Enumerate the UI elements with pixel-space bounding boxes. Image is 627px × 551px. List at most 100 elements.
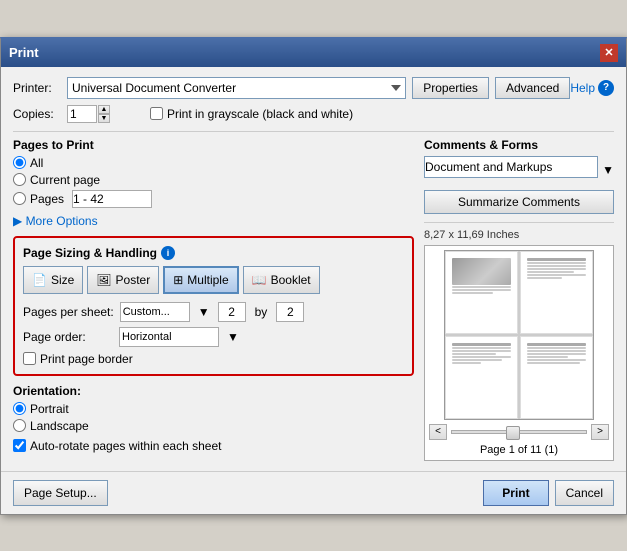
mini-line xyxy=(452,343,512,346)
auto-rotate-checkbox[interactable] xyxy=(13,439,26,452)
pages-per-sheet-select[interactable]: Custom... 2 4 6 9 16 xyxy=(120,302,190,322)
more-options-label: ▶ More Options xyxy=(13,214,98,228)
close-button[interactable]: ✕ xyxy=(600,44,618,62)
dropdown-icon: ▼ xyxy=(198,305,210,319)
cols-input[interactable] xyxy=(218,302,246,322)
preview-grid xyxy=(444,250,594,420)
mini-line xyxy=(452,292,494,294)
booklet-icon: 📖 xyxy=(252,273,267,287)
size-button[interactable]: 📄 Size xyxy=(23,266,83,294)
print-page-border-label: Print page border xyxy=(40,352,133,366)
page-setup-button[interactable]: Page Setup... xyxy=(13,480,108,506)
comments-dropdown-icon: ▼ xyxy=(602,163,614,177)
rows-input[interactable] xyxy=(276,302,304,322)
pages-to-print-title: Pages to Print xyxy=(13,138,414,152)
comments-forms-title: Comments & Forms xyxy=(424,138,614,152)
copies-spinner: ▲ ▼ xyxy=(98,105,110,123)
titlebar: Print ✕ xyxy=(1,39,626,67)
help-icon: ? xyxy=(598,80,614,96)
mini-line xyxy=(527,362,581,364)
prev-page-button[interactable]: < xyxy=(429,424,447,440)
mini-line xyxy=(452,359,503,361)
booklet-button[interactable]: 📖 Booklet xyxy=(243,266,320,294)
advanced-button[interactable]: Advanced xyxy=(495,77,570,99)
preview-size-label: 8,27 x 11,69 Inches xyxy=(424,229,614,241)
mini-line xyxy=(527,356,569,358)
preview-section: 8,27 x 11,69 Inches xyxy=(424,229,614,461)
right-divider xyxy=(424,222,614,223)
mini-line xyxy=(527,274,587,276)
pages-per-sheet-row: Pages per sheet: Custom... 2 4 6 9 16 ▼ … xyxy=(23,302,404,322)
mini-line xyxy=(527,347,587,349)
copies-input[interactable] xyxy=(67,105,97,123)
summarize-button[interactable]: Summarize Comments xyxy=(424,190,614,214)
pages-range-item: Pages xyxy=(13,190,414,208)
current-page-radio[interactable] xyxy=(13,173,26,186)
poster-button[interactable]: 🖼 Poster xyxy=(87,266,159,294)
current-page-label: Current page xyxy=(30,173,100,187)
mini-line xyxy=(527,343,587,346)
printer-select[interactable]: Universal Document Converter xyxy=(67,77,406,99)
mini-line xyxy=(452,350,512,352)
copies-up-button[interactable]: ▲ xyxy=(98,105,110,114)
all-pages-item: All xyxy=(13,156,414,170)
right-panel: Comments & Forms Document and Markups Do… xyxy=(424,138,614,461)
more-options-link[interactable]: ▶ More Options xyxy=(13,214,414,228)
print-dialog: Print ✕ Printer: Universal Document Conv… xyxy=(0,37,627,515)
portrait-item: Portrait xyxy=(13,402,414,416)
mini-doc-img-1 xyxy=(452,258,512,286)
grayscale-checkbox[interactable] xyxy=(150,107,163,120)
page-order-row: Page order: Horizontal Horizontal Revers… xyxy=(23,327,404,347)
portrait-label: Portrait xyxy=(30,402,69,416)
preview-cell-1 xyxy=(445,251,518,334)
pages-radio-group: All Current page Pages xyxy=(13,156,414,208)
properties-button[interactable]: Properties xyxy=(412,77,489,99)
copies-label: Copies: xyxy=(13,107,61,121)
page-slider[interactable] xyxy=(451,430,587,434)
orientation-section: Orientation: Portrait Landscape xyxy=(13,384,414,453)
copies-down-button[interactable]: ▼ xyxy=(98,114,110,123)
portrait-radio[interactable] xyxy=(13,402,26,415)
by-label: by xyxy=(255,305,268,319)
poster-label: Poster xyxy=(116,273,151,287)
mini-line xyxy=(527,258,587,261)
help-link[interactable]: Help ? xyxy=(570,80,614,96)
orientation-title: Orientation: xyxy=(13,384,414,398)
print-button[interactable]: Print xyxy=(483,480,548,506)
help-label: Help xyxy=(570,81,595,95)
mini-doc-4 xyxy=(525,341,589,414)
size-label: Size xyxy=(51,273,74,287)
size-icon: 📄 xyxy=(32,273,47,287)
mini-line xyxy=(452,356,512,358)
page-order-select[interactable]: Horizontal Horizontal Reversed Vertical … xyxy=(119,327,219,347)
page-sizing-title: Page Sizing & Handling i xyxy=(23,246,404,260)
page-of-label: Page 1 of 11 (1) xyxy=(480,444,558,456)
mini-line xyxy=(452,362,482,364)
printer-row: Printer: Universal Document Converter Pr… xyxy=(13,77,614,99)
landscape-radio[interactable] xyxy=(13,419,26,432)
multiple-label: Multiple xyxy=(187,273,228,287)
printer-label: Printer: xyxy=(13,81,61,95)
mini-line xyxy=(452,353,497,355)
mini-line xyxy=(452,347,512,349)
multiple-icon: ⊞ xyxy=(173,273,183,287)
next-page-button[interactable]: > xyxy=(591,424,609,440)
pages-range-radio[interactable] xyxy=(13,192,26,205)
pages-range-input[interactable] xyxy=(72,190,152,208)
cancel-button[interactable]: Cancel xyxy=(555,480,614,506)
preview-cell-3 xyxy=(445,336,518,419)
print-page-border-checkbox[interactable] xyxy=(23,352,36,365)
booklet-label: Booklet xyxy=(271,273,311,287)
preview-nav: < > xyxy=(429,424,609,440)
preview-cell-2 xyxy=(520,251,593,334)
grayscale-label: Print in grayscale (black and white) xyxy=(167,107,353,121)
preview-cell-4 xyxy=(520,336,593,419)
multiple-button[interactable]: ⊞ Multiple xyxy=(163,266,238,294)
all-pages-label: All xyxy=(30,156,43,170)
all-pages-radio[interactable] xyxy=(13,156,26,169)
pages-per-sheet-label: Pages per sheet: xyxy=(23,305,114,319)
mini-line xyxy=(527,353,587,355)
mini-doc-1 xyxy=(450,256,514,329)
comments-section: Comments & Forms Document and Markups Do… xyxy=(424,138,614,214)
comments-select[interactable]: Document and Markups Document Form Field… xyxy=(424,156,598,178)
